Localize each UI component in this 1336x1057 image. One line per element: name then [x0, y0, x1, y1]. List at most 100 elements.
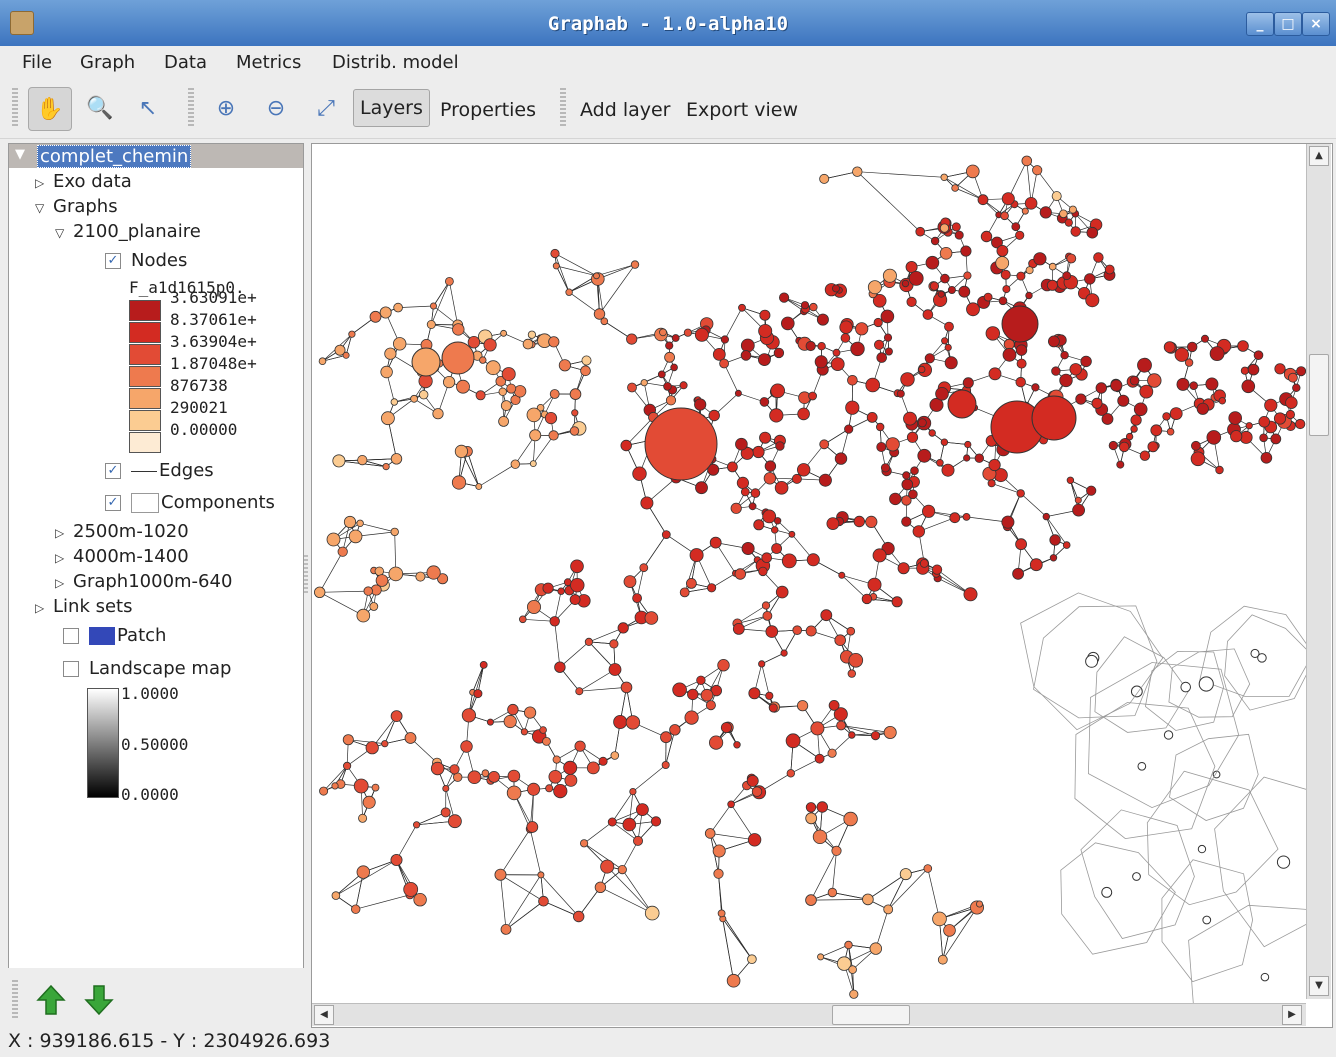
tree-item-components[interactable]: ✓ Components: [105, 492, 275, 513]
zoom-in-icon[interactable]: ⊕: [204, 87, 248, 131]
vertical-scrollbar[interactable]: ▲ ▼: [1306, 144, 1331, 999]
toolbar-grip[interactable]: [12, 88, 18, 128]
collapse-icon[interactable]: ▼: [15, 147, 25, 162]
graph-node: [818, 473, 832, 487]
nodes-checkbox[interactable]: ✓: [105, 253, 121, 269]
edges-checkbox[interactable]: ✓: [105, 463, 121, 479]
patch-checkbox[interactable]: [63, 628, 79, 644]
graph-node: [780, 649, 788, 657]
graph-node: [906, 431, 919, 443]
graph-node: [730, 502, 742, 514]
graph-node: [849, 989, 859, 999]
scroll-right-icon[interactable]: ▶: [1282, 1005, 1302, 1025]
menu-metrics[interactable]: Metrics: [236, 52, 301, 73]
vertical-scroll-thumb[interactable]: [1309, 354, 1329, 436]
graph-node: [506, 383, 517, 394]
graph-node: [1116, 460, 1125, 469]
tree-item-nodes[interactable]: ✓ Nodes: [105, 250, 187, 271]
graph-node: [932, 911, 947, 927]
isolated-node: [1198, 676, 1214, 692]
graph-node: [1048, 262, 1057, 271]
graph-node: [485, 360, 501, 376]
graph-node: [545, 784, 554, 793]
graph-node: [426, 319, 436, 329]
collapse-icon[interactable]: ▽: [35, 201, 53, 215]
graph-node: [785, 733, 801, 749]
graph-edge: [543, 900, 579, 917]
graph-node: [679, 381, 688, 390]
menu-distrib-model[interactable]: Distrib. model: [332, 52, 459, 73]
layers-toggle[interactable]: Layers: [353, 89, 430, 127]
tree-item-patch[interactable]: Patch: [63, 625, 166, 646]
graph-node: [848, 652, 864, 668]
menu-graph[interactable]: Graph: [80, 52, 135, 73]
collapse-icon[interactable]: ▽: [55, 226, 73, 240]
tree-item-graph[interactable]: ▷ 4000m-1400: [55, 546, 189, 567]
pan-hand-icon[interactable]: ✋: [28, 87, 72, 131]
zoom-tool-icon[interactable]: 🔍: [78, 87, 122, 131]
edge-line-icon: [131, 470, 157, 472]
graph-edge: [600, 886, 653, 914]
graph-node: [625, 715, 641, 730]
menu-data[interactable]: Data: [164, 52, 207, 73]
toolbar-grip[interactable]: [560, 88, 566, 128]
graph-map-canvas[interactable]: [312, 144, 1332, 1027]
minimize-button[interactable]: _: [1246, 12, 1274, 36]
graph-node: [1095, 382, 1108, 394]
window-title: Graphab - 1.0-alpha10: [547, 13, 789, 35]
tree-item-edges[interactable]: ✓ Edges: [105, 460, 214, 481]
graph-node: [747, 833, 762, 847]
tree-item-graph[interactable]: ▷ Graph1000m-640: [55, 571, 232, 592]
scroll-down-icon[interactable]: ▼: [1309, 976, 1329, 996]
horizontal-scroll-thumb[interactable]: [832, 1005, 910, 1025]
graph-node: [483, 338, 497, 352]
zoom-extent-icon[interactable]: ⤢: [304, 87, 348, 131]
properties-toggle[interactable]: Properties: [434, 95, 542, 125]
tree-item-graph[interactable]: ▷ 2500m-1020: [55, 521, 189, 542]
expand-icon[interactable]: ▷: [55, 526, 73, 540]
graph-node: [1025, 291, 1033, 300]
graph-node: [694, 398, 707, 411]
tree-item-landscape-map[interactable]: Landscape map: [63, 658, 231, 679]
zoom-out-icon[interactable]: ⊖: [254, 87, 298, 131]
map-view[interactable]: [311, 143, 1333, 1028]
toolbar-grip[interactable]: [12, 980, 18, 1020]
menu-file[interactable]: File: [22, 52, 52, 73]
components-checkbox[interactable]: ✓: [105, 495, 121, 511]
maximize-button[interactable]: □: [1274, 12, 1302, 36]
graph-edge: [841, 725, 876, 736]
graph-node: [1108, 440, 1118, 451]
scroll-left-icon[interactable]: ◀: [314, 1005, 334, 1025]
graph-node: [1215, 465, 1224, 475]
add-layer-button[interactable]: Add layer: [574, 95, 677, 125]
horizontal-scrollbar[interactable]: ◀ ▶: [312, 1003, 1306, 1026]
toolbar-grip[interactable]: [188, 88, 194, 128]
expand-icon[interactable]: ▷: [55, 576, 73, 590]
tree-root-label[interactable]: complet_chemin: [37, 145, 192, 168]
graph-node: [740, 487, 750, 497]
graph-node: [773, 517, 782, 525]
tree-item-link-sets[interactable]: ▷ Link sets: [35, 596, 132, 617]
graph-node: [840, 333, 851, 343]
tree-item-graphs[interactable]: ▽ Graphs: [35, 196, 118, 217]
select-pointer-icon[interactable]: ↖: [126, 87, 170, 131]
expand-icon[interactable]: ▷: [55, 551, 73, 565]
tree-item-exo-data[interactable]: ▷ Exo data: [35, 171, 132, 192]
graph-node: [1062, 271, 1072, 281]
tree-item-graph-open[interactable]: ▽ 2100_planaire: [55, 221, 201, 242]
landscape-checkbox[interactable]: [63, 661, 79, 677]
tree-root-row[interactable]: ▼ complet_chemin: [9, 144, 303, 168]
graph-node: [774, 480, 789, 495]
panel-splitter[interactable]: [304, 555, 308, 595]
scroll-up-icon[interactable]: ▲: [1309, 146, 1329, 166]
move-layer-down-icon[interactable]: [84, 984, 114, 1016]
graph-node: [507, 703, 519, 716]
graph-node: [865, 377, 880, 393]
graph-node: [780, 316, 795, 331]
expand-icon[interactable]: ▷: [35, 601, 53, 615]
move-layer-up-icon[interactable]: [36, 984, 66, 1016]
close-button[interactable]: ×: [1302, 12, 1330, 36]
export-view-button[interactable]: Export view: [680, 95, 804, 125]
graph-node: [527, 782, 541, 796]
expand-icon[interactable]: ▷: [35, 176, 53, 190]
